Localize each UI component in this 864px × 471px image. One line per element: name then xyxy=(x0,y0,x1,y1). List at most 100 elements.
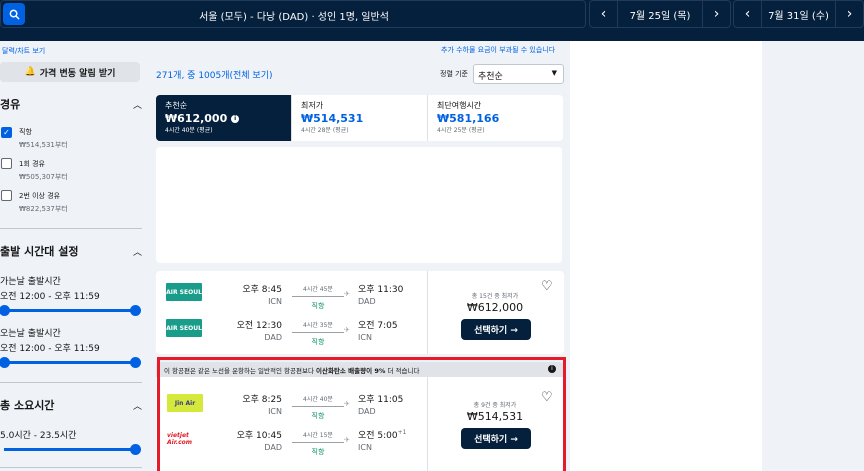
dep-time: 오후 8:25 xyxy=(242,395,282,405)
arr-time: 오후 11:30 xyxy=(358,285,404,295)
tab-fastest[interactable]: 최단여행시간 ₩581,166 4시간 25분 (평균) xyxy=(428,95,563,141)
divider xyxy=(0,228,142,229)
airline-logo: AIR SEOUL xyxy=(166,319,202,337)
stops-direct-checkbox[interactable]: ✓ xyxy=(1,127,12,138)
tab-cheapest[interactable]: 최저가 ₩514,531 4시간 28분 (평균) xyxy=(292,95,428,141)
chevron-left-icon: ‹ xyxy=(600,6,607,22)
slider-handle-max[interactable] xyxy=(130,305,141,316)
depart-prev-button[interactable]: ‹ xyxy=(590,0,618,28)
tab-label: 최저가 xyxy=(301,101,324,110)
stops-label: 직항 xyxy=(311,412,325,420)
stops-multi-label: 2번 이상 경유 xyxy=(19,192,61,200)
chevron-left-icon: ‹ xyxy=(744,6,751,22)
deal-count: 총 9건 중 최저가 xyxy=(473,402,517,409)
duration-slider[interactable] xyxy=(4,444,141,455)
dep-code: ICN xyxy=(268,297,282,306)
route-line xyxy=(292,442,344,443)
depart-date-picker[interactable]: ‹ 7월 25일 (목) › xyxy=(589,0,731,28)
slider-handle-max[interactable] xyxy=(130,357,141,368)
route-summary: 서울 (모두) - 다낭 (DAD) · 성인 1명, 일반석 xyxy=(199,12,389,23)
chevron-right-icon: › xyxy=(713,6,720,22)
price-alert-button[interactable]: 🔔 가격 변동 알림 받기 xyxy=(0,62,140,82)
chevron-right-icon: › xyxy=(846,6,853,22)
chevron-up-icon[interactable]: ︿ xyxy=(133,245,142,258)
tab-duration: 4시간 28분 (평균) xyxy=(301,127,349,134)
info-icon[interactable]: i xyxy=(548,365,556,373)
slider-handle-min[interactable] xyxy=(0,357,10,368)
flight-card[interactable]: AIR SEOUL 오후 8:45 ICN 4시간 45분 ✈ 직항 오후 11… xyxy=(156,271,564,354)
depart-next-button[interactable]: › xyxy=(702,0,730,28)
select-button[interactable]: 선택하기 → xyxy=(461,428,531,449)
stops-one-checkbox[interactable] xyxy=(1,158,12,169)
tab-price: ₩514,531 xyxy=(301,112,364,125)
plane-icon: ✈ xyxy=(344,326,350,334)
dep-code: DAD xyxy=(264,443,282,452)
duration: 4시간 35분 xyxy=(303,322,333,329)
return-time-range: 오전 12:00 - 오후 11:59 xyxy=(0,344,100,354)
slider-handle-min[interactable] xyxy=(0,305,10,316)
stops-multi-price: ₩822,537부터 xyxy=(19,205,68,213)
result-count-link[interactable]: 271개, 중 1005개(전체 보기) xyxy=(156,68,273,81)
card-divider xyxy=(427,271,428,354)
baggage-fee-link[interactable]: 추가 수하물 요금이 부과될 수 있습니다 xyxy=(441,45,555,55)
eco-notice: 이 항공편은 같은 노선을 운항하는 일반적인 항공편보다 이산화탄소 배출량이… xyxy=(156,362,564,377)
return-prev-button[interactable]: ‹ xyxy=(734,0,762,28)
route-line xyxy=(292,406,344,407)
tab-price: ₩612,000 i xyxy=(165,112,291,125)
ad-placeholder xyxy=(156,147,562,263)
price-alert-label: 가격 변동 알림 받기 xyxy=(39,68,116,79)
return-date: 7월 31일 (수) xyxy=(768,10,829,22)
eco-notice-bold: 이산화탄소 배출량이 9% xyxy=(316,367,386,375)
price: ₩514,531 xyxy=(466,410,524,423)
dep-time: 오후 10:45 xyxy=(236,431,282,441)
arr-time: 오전 7:05 xyxy=(358,321,398,331)
sort-label: 정렬 기준 xyxy=(440,70,468,78)
tab-duration: 4시간 25분 (평균) xyxy=(437,127,485,134)
return-time-slider[interactable] xyxy=(0,357,141,368)
duration: 4시간 45분 xyxy=(303,286,333,293)
depart-date: 7월 25일 (목) xyxy=(629,10,691,22)
outbound-time-label: 가는날 출발시간 xyxy=(0,277,61,287)
outbound-time-range: 오전 12:00 - 오후 11:59 xyxy=(0,292,100,302)
info-icon: i xyxy=(231,115,240,123)
search-summary-box[interactable]: 서울 (모두) - 다낭 (DAD) · 성인 1명, 일반석 xyxy=(0,0,586,28)
arr-code: DAD xyxy=(358,297,376,306)
chart-view-link[interactable]: 달력/차트 보기 xyxy=(2,46,45,56)
dep-code: DAD xyxy=(264,333,282,342)
return-date-picker[interactable]: ‹ 7월 31일 (수) › xyxy=(733,0,864,28)
deal-count: 총 15건 중 최저가 xyxy=(471,293,519,300)
stops-direct-label: 직항 xyxy=(19,128,32,136)
dep-time: 오후 8:45 xyxy=(242,285,282,295)
flight-card-eco[interactable]: 이 항공편은 같은 노선을 운항하는 일반적인 항공편보다 이산화탄소 배출량이… xyxy=(156,362,564,471)
heart-icon[interactable]: ♡ xyxy=(541,279,553,294)
duration: 4시간 15분 xyxy=(303,432,333,439)
slider-handle-max[interactable] xyxy=(130,444,141,455)
plane-icon: ✈ xyxy=(344,436,350,444)
caret-down-icon: ▼ xyxy=(551,69,557,77)
ad-side-panel xyxy=(570,41,762,471)
stops-title: 경유 xyxy=(0,98,21,111)
duration: 4시간 40분 xyxy=(303,396,333,403)
plane-icon: ✈ xyxy=(344,290,350,298)
select-button[interactable]: 선택하기 → xyxy=(461,319,531,340)
sort-select[interactable]: 추천순 ▼ xyxy=(473,64,564,84)
chevron-up-icon[interactable]: ︿ xyxy=(133,98,142,111)
stops-label: 직항 xyxy=(311,448,325,456)
chevron-up-icon[interactable]: ︿ xyxy=(133,399,142,412)
return-time-label: 오는날 출발시간 xyxy=(0,329,61,339)
stops-direct-price: ₩514,531부터 xyxy=(19,141,68,149)
divider xyxy=(0,467,142,468)
return-next-button[interactable]: › xyxy=(835,0,863,28)
plane-icon: ✈ xyxy=(344,400,350,408)
tab-label: 추천순 xyxy=(165,101,188,110)
arr-time: 오전 5:00+1 xyxy=(358,429,407,441)
heart-icon[interactable]: ♡ xyxy=(541,390,553,405)
outbound-time-slider[interactable] xyxy=(0,305,141,316)
eco-notice-text: 이 항공편은 같은 노선을 운항하는 일반적인 항공편보다 xyxy=(164,367,317,375)
stops-one-label: 1회 경유 xyxy=(19,160,45,168)
nav-strip xyxy=(0,28,864,41)
tab-price: ₩581,166 xyxy=(437,112,500,125)
stops-multi-checkbox[interactable] xyxy=(1,190,12,201)
tab-best[interactable]: 추천순 ₩612,000 i 4시간 40분 (평균) xyxy=(156,95,292,141)
stops-label: 직항 xyxy=(311,302,325,310)
